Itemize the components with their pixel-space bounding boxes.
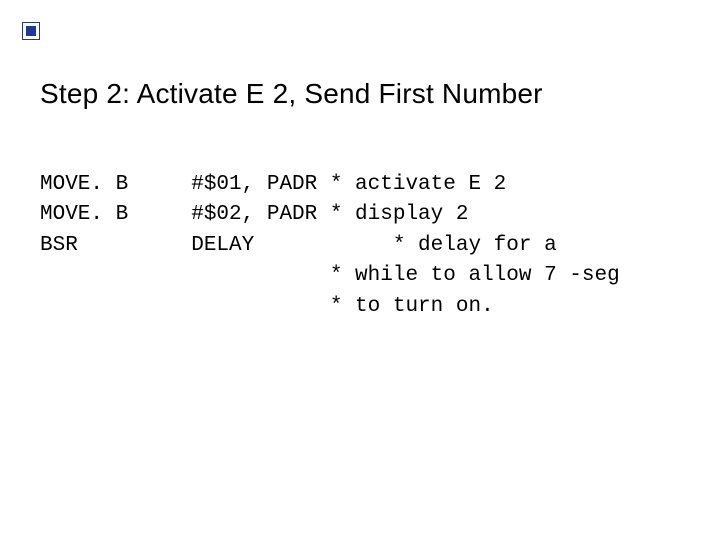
assembly-code-block: MOVE. B #$01, PADR * activate E 2 MOVE. …	[40, 170, 620, 322]
slide-heading: Step 2: Activate E 2, Send First Number	[40, 78, 543, 110]
corner-bullet-icon	[22, 22, 40, 40]
